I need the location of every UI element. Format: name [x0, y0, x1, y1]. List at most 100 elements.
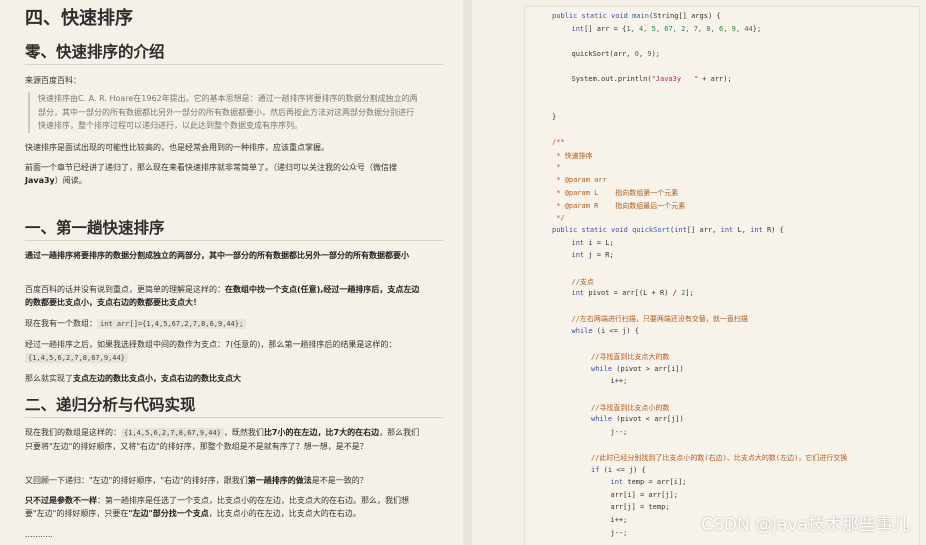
code-token: * @param R 指向数组最后一个元素 [552, 202, 686, 210]
code-token: } [552, 112, 557, 121]
code-token: /** [552, 138, 565, 146]
article-left-page: 四、快速排序 零、快速排序的介绍 来源百度百科： 快速排序由C. A. R. H… [0, 0, 463, 545]
code-token: while [591, 415, 613, 424]
code-token: [] arr, [686, 226, 721, 235]
code-block: public static void main(String[] args) {… [524, 6, 920, 545]
paragraph-achieved: 那么就实现了支点左边的数比支点小，支点右边的数比支点大 [25, 374, 241, 383]
code-token: int [610, 478, 624, 487]
code-token: main [632, 12, 649, 20]
code-token: pivot = arr[(L + R) / [584, 289, 682, 298]
code-token: * [552, 163, 561, 172]
code-token: j = R; [584, 251, 614, 260]
code-line: public static void quickSort(int[] arr, … [552, 226, 784, 234]
paragraph-recursion-review: 又回顾一下递归："左边"的排好顺序，"右边"的排好序，跟我们第一趟排序的做法是不… [25, 476, 368, 485]
paragraph-definition: 通过一趟排序将要排序的数据分割成独立的两部分，其中一部分的所有数据都比另外一部分… [25, 251, 409, 260]
code-token: "Java3y " [651, 75, 698, 83]
code-line: int[] arr = {1, 4, 5, 67, 2, 7, 8, 6, 9,… [572, 25, 762, 33]
code-token: L, [733, 226, 751, 235]
code-line: while (i <= j) { [572, 327, 639, 335]
paragraph-importance: 快速排序是面试出现的可能性比较高的，也是经常会用到的一种排序，应该重点掌握。 [25, 143, 329, 152]
code-token: quickSort(arr, [571, 49, 635, 58]
code-line: //寻找直到比支点大的数 [591, 352, 669, 362]
paragraph-simple-understanding: 百度百科的话并没有说到重点，更简单的理解是这样的：在数组中找一个支点(任意),经… [25, 285, 420, 307]
ellipsis: ........... [25, 530, 53, 539]
recursion-heading: 二、递归分析与代码实现 [25, 396, 196, 414]
code-line: * [552, 163, 560, 171]
code-line: //左右两端进行扫描，只要两端还没有交替，就一直扫描 [572, 314, 748, 324]
code-line: //此时已经分别找到了比支点小的数(右边)、比支点大的数(左边)，它们进行交换 [591, 453, 847, 463]
code-token: quickSort [632, 226, 671, 235]
code-line: * 快速排序 [552, 151, 593, 161]
heading-divider [25, 240, 443, 241]
code-token: + arr); [697, 75, 732, 83]
code-line: while (pivot > arr[i]) [591, 365, 684, 373]
code-token: public static void [552, 12, 633, 20]
code-line: //寻找直到比支点小的数 [591, 403, 669, 413]
code-token: arr[i] = arr[j]; [610, 490, 678, 499]
watermark: CSDN @Java技术那些事儿 [701, 515, 910, 535]
code-line: arr[j] = temp; [611, 503, 670, 511]
paragraph-array: 现在我有一个数组： int arr[]={1,4,5,67,2,7,8,6,9,4… [25, 317, 420, 331]
source-label: 来源百度百科： [25, 76, 81, 85]
code-line: System.out.println("Java3y " + arr); [572, 75, 732, 83]
code-line: i++; [611, 516, 628, 524]
code-line: i++; [611, 377, 628, 385]
code-line: while (pivot < arr[j]) [591, 415, 684, 423]
heading-divider [25, 64, 443, 65]
code-line: quickSort(arr, 0, 9); [572, 50, 661, 58]
code-token: i++; [610, 377, 628, 386]
code-token: int [571, 251, 585, 260]
code-token: i++; [610, 516, 628, 524]
code-line: int i = L; [572, 239, 614, 247]
code-token: (pivot > arr[i]) [612, 364, 684, 373]
code-line: int temp = arr[i]; [611, 478, 687, 486]
code-line: */ [552, 213, 565, 222]
code-token: j--; [610, 528, 628, 537]
code-token: R) { [762, 226, 784, 235]
code-token: while [591, 364, 613, 373]
paragraph-recursion-note: 前面一个章节已经讲了递归了，那么现在来看快速排序就非常简单了。（递归可以关注我的… [25, 163, 397, 185]
code-line: /** [552, 138, 565, 146]
code-token: temp = arr[i]; [623, 478, 687, 487]
code-token: (i <= j) { [592, 327, 639, 335]
code-token: while [571, 327, 593, 335]
code-token: (i <= j) { [599, 465, 646, 474]
code-line: } [552, 113, 556, 121]
code-token: * 快速排序 [552, 151, 593, 160]
code-token: //寻找直到比支点小的数 [591, 403, 670, 412]
code-line: int j = R; [572, 251, 614, 259]
code-token: int [674, 226, 687, 235]
code-token: int [720, 226, 734, 235]
section-4-heading: 四、快速排序 [25, 8, 133, 29]
code-line: arr[i] = arr[j]; [611, 491, 678, 499]
code-line: * @param R 指向数组最后一个元素 [552, 201, 685, 211]
code-token: int [571, 24, 585, 33]
code-token: * @param L 指向数组第一个元素 [552, 189, 679, 198]
code-line: * @param arr [552, 176, 607, 184]
paragraph-first-pass-result: 经过一趟排序之后，如果我选择数组中间的数作为支点：7(任意的)，那么第一趟排序后… [25, 340, 397, 363]
code-token: */ [552, 213, 565, 222]
code-token: int [571, 289, 585, 298]
code-token: arr[j] = temp; [610, 503, 670, 512]
code-token: int [571, 238, 585, 247]
intro-heading: 零、快速排序的介绍 [25, 43, 165, 61]
code-token: [] arr = { [584, 24, 627, 33]
code-token: (pivot < arr[j]) [612, 415, 684, 424]
heading-divider [25, 417, 443, 418]
code-line: //支点 [572, 277, 594, 287]
code-token: 1, 4, 5, 67, 2, 7, 8, 6, 9, 44 [626, 24, 753, 33]
code-line: j--; [611, 529, 628, 537]
code-token: int [750, 226, 763, 235]
code-token: public static void [552, 226, 633, 235]
code-token: //支点 [571, 277, 594, 286]
code-token: (String[] args) { [648, 12, 721, 20]
article-right-page: public static void main(String[] args) {… [472, 0, 926, 545]
code-token: ); [651, 49, 661, 58]
code-line: int pivot = arr[(L + R) / 2]; [572, 289, 694, 297]
paragraph-different-params: 只不过是参数不一样：第一趟排序是任选了一个支点，比支点小的在左边，比支点大的在右… [25, 496, 409, 518]
code-token: //此时已经分别找到了比支点小的数(右边)、比支点大的数(左边)，它们进行交换 [591, 454, 848, 462]
code-token: //左右两端进行扫描，只要两端还没有交替，就一直扫描 [571, 315, 748, 324]
paragraph-recursion-analysis: 现在我们的数组是这样的： {1,4,5,6,2,7,8,67,9,44} ，既然我们… [25, 428, 420, 451]
code-token: }; [752, 24, 762, 33]
code-line: * @param L 指向数组第一个元素 [552, 188, 678, 198]
